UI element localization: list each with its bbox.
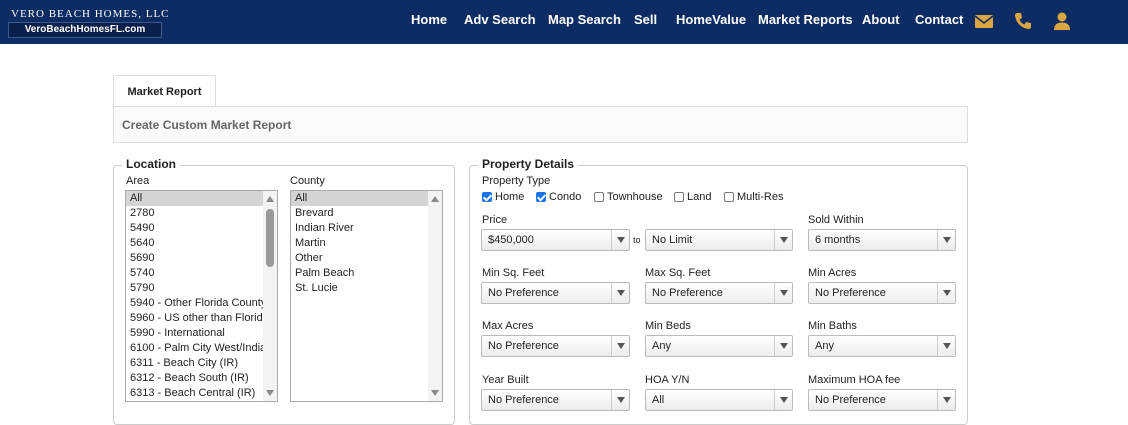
property-type-label: Property Type [482, 175, 551, 187]
list-option[interactable]: St. Lucie [291, 281, 442, 296]
list-option[interactable]: 5740 [126, 266, 277, 281]
scrollbar-thumb[interactable] [266, 209, 274, 267]
list-option[interactable]: 5640 [126, 236, 277, 251]
scroll-down-icon[interactable] [266, 390, 274, 396]
list-option[interactable]: 6312 - Beach South (IR) [126, 371, 277, 386]
max-hoa-label: Maximum HOA fee [808, 374, 901, 386]
max-hoa-select[interactable]: No Preference [808, 389, 956, 411]
chevron-down-icon [937, 283, 955, 303]
banner-title: Create Custom Market Report [122, 118, 292, 132]
min-sqft-label: Min Sq. Feet [482, 267, 545, 279]
list-option[interactable]: All [291, 191, 442, 206]
chevron-down-icon [774, 390, 792, 410]
list-option[interactable]: 5960 - US other than Florida [126, 311, 277, 326]
nav-about[interactable]: About [862, 12, 900, 27]
scroll-up-icon[interactable] [431, 196, 439, 202]
price-label: Price [482, 214, 508, 226]
sold-within-label: Sold Within [808, 214, 864, 226]
county-label: County [290, 175, 325, 187]
max-sqft-label: Max Sq. Feet [645, 267, 711, 279]
county-scrollbar[interactable] [428, 191, 442, 401]
min-sqft-select[interactable]: No Preference [481, 282, 630, 304]
price-to-label: to [633, 235, 641, 245]
list-option[interactable]: 2780 [126, 206, 277, 221]
site-logo[interactable]: VERO BEACH HOMES, LLC VeroBeachHomesFL.c… [8, 6, 169, 38]
checkbox-box[interactable] [482, 192, 492, 202]
chevron-down-icon [937, 230, 955, 250]
list-option[interactable]: 5990 - International [126, 326, 277, 341]
chevron-down-icon [611, 336, 629, 356]
list-option[interactable]: Indian River [291, 221, 442, 236]
year-built-label: Year Built [482, 374, 529, 386]
area-scrollbar[interactable] [263, 191, 277, 401]
nav-map-search[interactable]: Map Search [548, 12, 621, 27]
list-option[interactable]: Brevard [291, 206, 442, 221]
nav-market-reports[interactable]: Market Reports [758, 12, 853, 27]
checkbox-box[interactable] [536, 192, 546, 202]
property-details-legend: Property Details [478, 157, 579, 171]
checkbox-land[interactable]: Land [674, 191, 711, 203]
nav-home-value[interactable]: HomeValue [676, 12, 746, 27]
sold-within-select[interactable]: 6 months [808, 229, 956, 251]
nav-home[interactable]: Home [411, 12, 447, 27]
logo-company-name: VERO BEACH HOMES, LLC [11, 8, 170, 20]
checkbox-condo[interactable]: Condo [536, 191, 581, 203]
area-label: Area [126, 175, 150, 187]
list-option[interactable]: Martin [291, 236, 442, 251]
top-navigation-bar: VERO BEACH HOMES, LLC VeroBeachHomesFL.c… [0, 0, 1128, 44]
max-acres-select[interactable]: No Preference [481, 335, 630, 357]
location-legend: Location [122, 157, 180, 171]
tab-market-report[interactable]: Market Report [113, 75, 216, 107]
report-banner: Create Custom Market Report [113, 106, 968, 143]
area-listbox[interactable]: All 2780 5490 5640 5690 5740 5790 5940 - Other … [125, 190, 278, 402]
list-option[interactable]: Other [291, 251, 442, 266]
list-option[interactable]: 5790 [126, 281, 277, 296]
scroll-down-icon[interactable] [431, 390, 439, 396]
min-acres-label: Min Acres [808, 267, 857, 279]
chevron-down-icon [774, 336, 792, 356]
chevron-down-icon [774, 230, 792, 250]
min-baths-select[interactable]: Any [808, 335, 956, 357]
list-option[interactable]: Palm Beach [291, 266, 442, 281]
checkbox-home[interactable]: Home [482, 191, 524, 203]
min-baths-label: Min Baths [808, 320, 857, 332]
list-option[interactable]: 5490 [126, 221, 277, 236]
chevron-down-icon [611, 390, 629, 410]
list-option[interactable]: 6100 - Palm City West/Indian [126, 341, 277, 356]
checkbox-box[interactable] [724, 192, 734, 202]
chevron-down-icon [937, 390, 955, 410]
list-option[interactable]: All [126, 191, 277, 206]
min-acres-select[interactable]: No Preference [808, 282, 956, 304]
chevron-down-icon [611, 230, 629, 250]
price-min-select[interactable]: $450,000 [481, 229, 630, 251]
phone-icon[interactable] [1012, 10, 1034, 32]
hoa-label: HOA Y/N [645, 374, 690, 386]
max-sqft-select[interactable]: No Preference [645, 282, 793, 304]
county-listbox[interactable]: All Brevard Indian River Martin Other Palm Be… [290, 190, 443, 402]
list-option[interactable]: 5940 - Other Florida County [126, 296, 277, 311]
list-option[interactable]: 6313 - Beach Central (IR) [126, 386, 277, 401]
scroll-up-icon[interactable] [266, 196, 274, 202]
chevron-down-icon [774, 283, 792, 303]
list-option[interactable]: 6311 - Beach City (IR) [126, 356, 277, 371]
chevron-down-icon [611, 283, 629, 303]
checkbox-box[interactable] [594, 192, 604, 202]
list-option[interactable]: 5690 [126, 251, 277, 266]
min-beds-label: Min Beds [645, 320, 691, 332]
chevron-down-icon [937, 336, 955, 356]
year-built-select[interactable]: No Preference [481, 389, 630, 411]
checkbox-box[interactable] [674, 192, 684, 202]
nav-adv-search[interactable]: Adv Search [464, 12, 536, 27]
max-acres-label: Max Acres [482, 320, 534, 332]
envelope-icon[interactable] [973, 10, 995, 32]
hoa-select[interactable]: All [645, 389, 793, 411]
logo-website: VeroBeachHomesFL.com [8, 22, 162, 38]
user-icon[interactable] [1051, 10, 1073, 32]
nav-sell[interactable]: Sell [634, 12, 657, 27]
checkbox-multi-res[interactable]: Multi-Res [724, 191, 783, 203]
price-max-select[interactable]: No Limit [645, 229, 793, 251]
min-beds-select[interactable]: Any [645, 335, 793, 357]
nav-contact[interactable]: Contact [915, 12, 963, 27]
checkbox-townhouse[interactable]: Townhouse [594, 191, 663, 203]
